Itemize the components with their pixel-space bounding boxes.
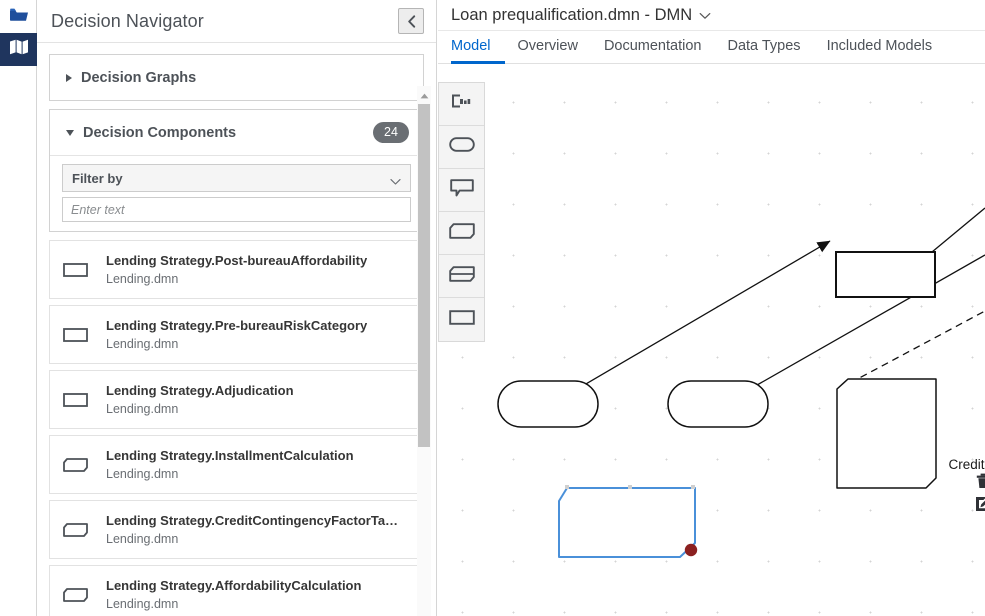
section-decision-components-header[interactable]: Decision Components 24 [50,110,423,155]
editor-file-title: Loan prequalification.dmn - DMN [451,5,693,24]
text-annotation-icon [449,178,474,202]
decision-icon [448,309,475,330]
section-decision-graphs-header[interactable]: Decision Graphs [50,55,423,100]
list-item-file: Lending.dmn [106,596,179,611]
tab-documentation[interactable]: Documentation [591,31,715,64]
list-item-name: Lending Strategy.Pre-bureauRiskCategory [106,317,368,333]
sidebar-scrollbar[interactable] [417,86,431,616]
bkm-icon [448,265,475,287]
filter-zone: Filter by [50,155,423,231]
palette-knowledge-source-tool[interactable] [439,212,484,255]
bkm-node-icon [63,522,106,537]
selection-handle[interactable] [565,485,569,489]
list-item-file: Lending.dmn [106,401,179,416]
dmn-editor-window: Decision Navigator Decision Graphs Decis… [0,0,985,616]
dmn-diagram [497,207,985,558]
edge-rating-out [931,207,985,253]
editor-title-bar: Loan prequalification.dmn - DMN [438,0,985,31]
list-item-file: Lending.dmn [106,466,179,481]
list-item-name: Lending Strategy.AffordabilityCalculatio… [106,577,362,593]
chevron-right-icon [66,73,72,82]
filter-by-select[interactable]: Filter by [62,164,411,192]
list-item-file: Lending.dmn [106,531,179,546]
bkm-node-icon [63,587,106,602]
tab-model[interactable]: Model [451,31,505,64]
page-title: Decision Navigator [51,10,204,31]
collapse-panel-button[interactable] [398,8,424,34]
resize-handle[interactable] [684,543,698,557]
palette-decision-tool[interactable] [439,298,484,341]
palette-input-data-tool[interactable] [439,126,484,169]
list-item-file: Lending.dmn [106,271,179,286]
list-item-name: Lending Strategy.Adjudication [106,382,294,398]
map-icon [9,39,29,60]
decision-navigator-panel: Decision Navigator Decision Graphs Decis… [37,0,437,616]
scrollbar-thumb[interactable] [418,104,430,447]
list-item[interactable]: Lending Strategy.InstallmentCalculation L… [49,435,424,494]
list-item-name: Lending Strategy.CreditContingencyFactor… [106,512,399,528]
trash-icon [976,473,985,494]
list-item[interactable]: Lending Strategy.Pre-bureauRiskCategory L… [49,305,424,364]
filter-by-label: Filter by [72,170,123,186]
selection-handle[interactable] [691,485,695,489]
decision-node-icon [63,262,106,277]
section-decision-graphs: Decision Graphs [49,54,424,101]
section-decision-components: Decision Components 24 Filter by [49,109,424,232]
node-requested-product[interactable] [667,380,769,428]
editor-tabs: Model Overview Documentation Data Types Incl… [438,31,985,64]
dmn-editor: Loan prequalification.dmn - DMN Model Ove… [438,0,985,616]
chevron-down-icon [66,129,74,136]
list-item[interactable]: Lending Strategy.Adjudication Lending.dmn [49,370,424,429]
palette-lasso-select-tool[interactable] [439,83,484,126]
lasso-icon [451,94,472,114]
dmn-palette [438,82,485,342]
selection-handle[interactable] [628,485,632,489]
activity-rail [0,0,37,616]
decision-node-icon [63,392,106,407]
decision-components-count-badge: 24 [373,122,409,143]
edge-piti-dashed [849,310,985,384]
node-lender-acceptable-piti[interactable] [836,378,937,489]
bkm-node-icon [63,457,106,472]
list-item-file: Lending.dmn [106,336,179,351]
decision-node-icon [63,327,106,342]
palette-bkm-tool[interactable] [439,255,484,298]
tab-data-types[interactable]: Data Types [714,31,813,64]
pencil-square-icon [975,496,985,517]
chevron-down-icon [390,174,401,189]
tab-overview[interactable]: Overview [505,31,591,64]
edit-node-button[interactable] [974,496,985,517]
list-item[interactable]: Lending Strategy.Post-bureauAffordabilit… [49,240,424,299]
knowledge-source-icon [448,222,475,244]
list-item-name: Lending Strategy.InstallmentCalculation [106,447,354,463]
tab-included-models[interactable]: Included Models [814,31,946,64]
rail-item-project-explorer[interactable] [0,0,37,33]
palette-text-annotation-tool[interactable] [439,169,484,212]
folder-icon [9,7,28,27]
chevron-left-icon [407,14,416,28]
filter-text-input[interactable] [62,197,411,222]
delete-node-button[interactable] [974,473,985,494]
scroll-up-arrow-icon[interactable] [419,91,429,101]
chevron-down-icon[interactable] [699,7,711,25]
node-installment-calculation[interactable] [558,487,696,558]
navigator-header: Decision Navigator [37,0,436,43]
rail-item-decision-navigator[interactable] [0,33,37,66]
section-decision-graphs-label: Decision Graphs [81,69,197,86]
list-item[interactable]: Lending Strategy.CreditContingencyFactor… [49,500,424,559]
navigator-body: Decision Graphs Decision Components 24 F… [37,43,436,616]
list-item[interactable]: Lending Strategy.AffordabilityCalculatio… [49,565,424,616]
input-data-icon [448,137,475,157]
decision-components-list: Lending Strategy.Post-bureauAffordabilit… [37,240,436,616]
dmn-canvas[interactable]: Credit Score RequestedProduct LenderAcce… [438,65,985,616]
node-credit-score[interactable] [497,380,599,428]
section-decision-components-label: Decision Components [83,124,237,141]
list-item-name: Lending Strategy.Post-bureauAffordabilit… [106,252,368,268]
node-credit-score-rating[interactable] [835,251,936,298]
